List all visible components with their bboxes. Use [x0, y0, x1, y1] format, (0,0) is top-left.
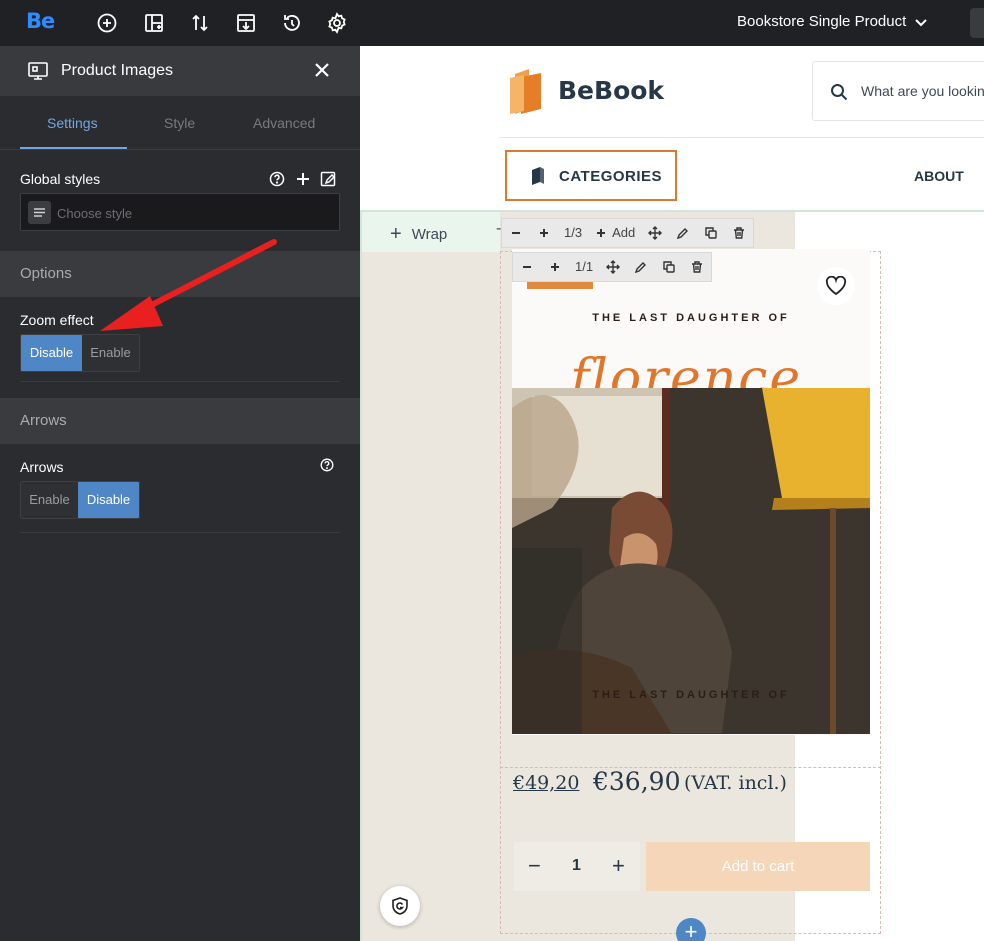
- search-placeholder: What are you lookin: [861, 83, 984, 99]
- zoom-effect-label: Zoom effect: [20, 312, 94, 328]
- add-circle-icon[interactable]: [95, 11, 119, 35]
- quantity-decrease-button[interactable]: −: [528, 853, 541, 879]
- book-cover-photo: [512, 388, 870, 734]
- options-section-header[interactable]: Options: [0, 251, 360, 297]
- quantity-increase-button[interactable]: +: [612, 853, 625, 879]
- list-icon: [28, 201, 51, 224]
- arrows-toggle: Enable Disable: [20, 481, 140, 519]
- book-icon: [529, 166, 547, 185]
- zoom-disable-option[interactable]: Disable: [21, 335, 82, 371]
- search-icon: [831, 84, 848, 101]
- plus-icon: +: [390, 223, 402, 245]
- add-item-button[interactable]: Add: [588, 218, 641, 248]
- sort-icon[interactable]: [188, 11, 212, 35]
- page-canvas: BeBook What are you lookin CATEGORIES AB…: [360, 46, 984, 941]
- top-bar: Be Bookstore Single Product: [0, 0, 984, 46]
- layout-icon[interactable]: [142, 11, 166, 35]
- choose-style-select[interactable]: Choose style: [20, 193, 340, 231]
- brand-name[interactable]: BeBook: [558, 76, 664, 105]
- trash-icon[interactable]: [725, 218, 753, 248]
- import-icon[interactable]: [234, 11, 258, 35]
- app-logo[interactable]: Be: [26, 9, 55, 33]
- quantity-stepper: − 1 +: [514, 842, 640, 891]
- arrows-section-title: Arrows: [20, 412, 67, 429]
- page-name: Bookstore Single Product: [737, 13, 907, 30]
- zoom-effect-toggle: Disable Enable: [20, 334, 140, 372]
- add-wrap-button[interactable]: + Wrap: [390, 222, 447, 245]
- divider: [20, 532, 340, 533]
- price-original: €49,20: [513, 772, 580, 794]
- chevron-down-icon: [915, 18, 927, 26]
- price-sale: €36,90: [593, 767, 681, 796]
- wrap-background: [360, 252, 500, 941]
- panel-title: Product Images: [61, 62, 174, 79]
- page-selector[interactable]: Bookstore Single Product: [737, 13, 928, 30]
- arrows-enable-option[interactable]: Enable: [21, 482, 78, 518]
- sale-tag: [527, 281, 593, 289]
- wishlist-button[interactable]: [817, 267, 855, 305]
- price-vat-note: (VAT. incl.): [684, 772, 787, 794]
- element-size-counter[interactable]: 1/1: [569, 252, 599, 282]
- tab-settings[interactable]: Settings: [47, 115, 98, 131]
- nav-about[interactable]: ABOUT: [914, 168, 964, 184]
- element-toolbar: 1/1: [512, 252, 713, 282]
- increase-button[interactable]: [530, 218, 558, 248]
- options-section-title: Options: [20, 265, 72, 282]
- panel-header: Product Images: [0, 46, 360, 96]
- help-icon[interactable]: [319, 457, 335, 473]
- increase-button[interactable]: [541, 252, 569, 282]
- edit-style-icon[interactable]: [319, 170, 337, 188]
- bebook-logo-icon[interactable]: [509, 68, 543, 114]
- edit-icon[interactable]: [627, 252, 655, 282]
- move-icon[interactable]: [641, 218, 669, 248]
- add-section-button[interactable]: +: [676, 918, 706, 941]
- quantity-value[interactable]: 1: [572, 857, 581, 875]
- wrap-size-counter[interactable]: 1/3: [558, 218, 588, 248]
- add-label: Add: [612, 225, 636, 240]
- divider: [20, 381, 340, 382]
- arrows-section-header[interactable]: Arrows: [0, 398, 360, 444]
- wrap-toolbar: 1/3 Add: [501, 218, 755, 248]
- zoom-enable-option[interactable]: Enable: [82, 335, 139, 371]
- settings-sidebar: Product Images Settings Style Advanced G…: [0, 46, 360, 941]
- plus-icon[interactable]: [294, 170, 312, 188]
- decrease-button[interactable]: [502, 218, 530, 248]
- global-styles-label: Global styles: [20, 171, 101, 187]
- gear-icon[interactable]: [325, 11, 349, 35]
- heart-icon: [825, 276, 847, 296]
- arrows-disable-option[interactable]: Disable: [78, 482, 139, 518]
- choose-style-placeholder: Choose style: [57, 206, 133, 221]
- active-tab-indicator: [20, 147, 127, 149]
- categories-button[interactable]: CATEGORIES: [505, 150, 677, 201]
- panel-tabs: Settings Style Advanced: [0, 96, 360, 150]
- duplicate-icon[interactable]: [697, 218, 725, 248]
- shield-badge[interactable]: [380, 886, 420, 926]
- edit-icon[interactable]: [669, 218, 697, 248]
- arrows-label: Arrows: [20, 459, 64, 475]
- tab-style[interactable]: Style: [164, 115, 195, 131]
- responsive-toggle[interactable]: [970, 8, 984, 38]
- close-icon[interactable]: [313, 61, 331, 79]
- price-outline: [500, 767, 881, 768]
- move-icon[interactable]: [599, 252, 627, 282]
- duplicate-icon[interactable]: [655, 252, 683, 282]
- add-to-cart-button[interactable]: Add to cart: [646, 842, 870, 891]
- search-input[interactable]: What are you lookin: [812, 61, 984, 121]
- monitor-icon: [27, 60, 49, 82]
- header-divider: [499, 137, 984, 138]
- help-icon[interactable]: [268, 170, 286, 188]
- book-subtitle-bottom: THE LAST DAUGHTER OF: [592, 689, 790, 701]
- shield-icon: [392, 897, 408, 915]
- trash-icon[interactable]: [683, 252, 711, 282]
- book-subtitle-top: THE LAST DAUGHTER OF: [592, 312, 790, 324]
- history-icon[interactable]: [280, 11, 304, 35]
- tab-advanced[interactable]: Advanced: [253, 115, 315, 131]
- wrap-label: Wrap: [411, 226, 448, 243]
- decrease-button[interactable]: [513, 252, 541, 282]
- plus-icon: [597, 229, 606, 237]
- categories-label: CATEGORIES: [559, 168, 663, 185]
